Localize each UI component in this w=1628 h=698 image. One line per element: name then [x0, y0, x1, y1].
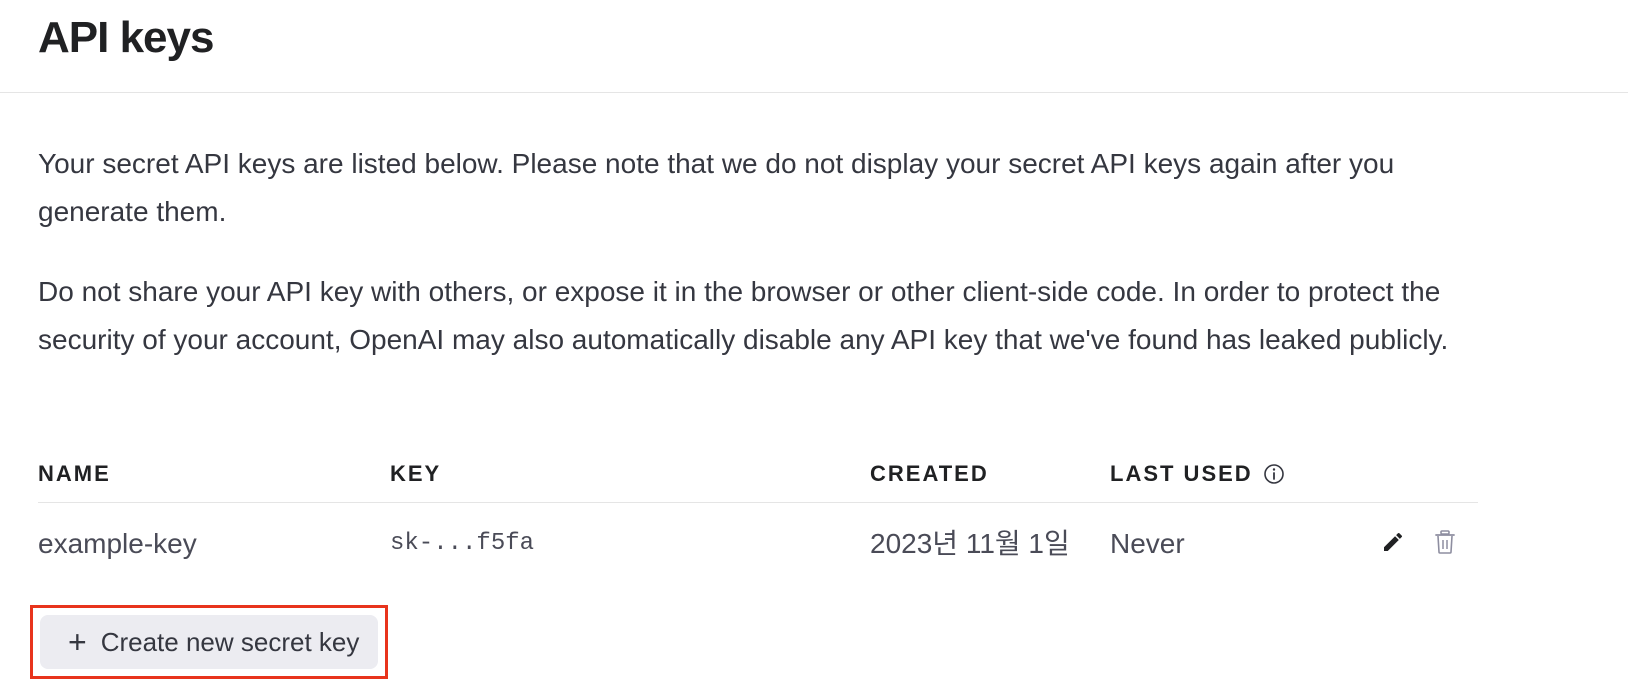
key-name-cell: example-key [38, 528, 197, 559]
plus-icon: + [68, 624, 87, 660]
create-key-highlight: + Create new secret key [30, 605, 388, 679]
table-row: example-key sk-...f5fa 2023년 11월 1일 Neve… [38, 503, 1478, 585]
page-header: API keys [0, 0, 1628, 93]
page-title: API keys [38, 13, 214, 62]
intro-paragraph-2: Do not share your API key with others, o… [38, 276, 1449, 355]
create-secret-key-button[interactable]: + Create new secret key [40, 615, 378, 669]
intro-section: Your secret API keys are listed below. P… [38, 140, 1488, 364]
column-header-last-used-label: LAST USED [1110, 461, 1253, 486]
key-value-cell: sk-...f5fa [390, 530, 535, 557]
trash-icon[interactable] [1430, 527, 1460, 557]
created-date-cell: 2023년 11월 1일 [870, 528, 1070, 559]
create-secret-key-label: Create new secret key [100, 626, 360, 657]
table-header: NAME KEY CREATED LAST USED [38, 450, 1338, 503]
intro-paragraph-1: Your secret API keys are listed below. P… [38, 148, 1395, 227]
column-header-last-used: LAST USED [1110, 460, 1285, 488]
column-header-key: KEY [390, 461, 442, 486]
row-actions [1378, 527, 1460, 557]
last-used-cell: Never [1110, 528, 1185, 559]
column-header-created: CREATED [870, 461, 989, 486]
column-header-name: NAME [38, 461, 111, 486]
info-icon[interactable] [1263, 463, 1285, 485]
api-keys-table: NAME KEY CREATED LAST USED example-key s… [38, 450, 1478, 585]
pencil-icon[interactable] [1378, 527, 1408, 557]
